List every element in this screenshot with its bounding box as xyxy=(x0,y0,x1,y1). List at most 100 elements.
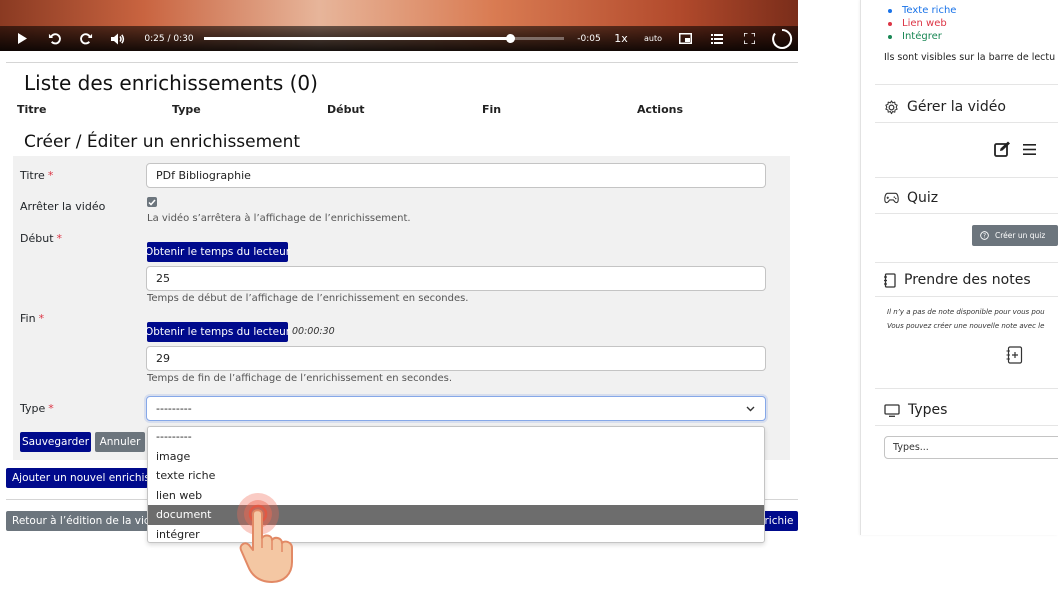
debut-input-value: 25 xyxy=(156,272,170,285)
divider xyxy=(875,425,1058,426)
pointer-hand-icon xyxy=(237,493,293,583)
stop-video-help: La vidéo s’arrêtera à l’affichage de l’e… xyxy=(147,213,411,224)
manage-video-title: Gérer la vidéo xyxy=(907,99,1006,115)
back-to-video-edit-button[interactable]: Retour à l’édition de la vidéo xyxy=(6,511,148,531)
progress-fill xyxy=(204,37,510,40)
list-icon xyxy=(711,33,723,44)
fin-help: Temps de fin de l’affichage de l’enrichi… xyxy=(147,373,453,384)
divider xyxy=(875,84,1058,85)
fullscreen-icon xyxy=(743,33,755,44)
menu-icon[interactable] xyxy=(1023,144,1036,155)
type-select-value: --------- xyxy=(156,402,192,415)
required-mark: * xyxy=(56,232,63,245)
quality-button[interactable]: auto xyxy=(640,26,666,51)
save-button[interactable]: Sauvegarder xyxy=(20,432,91,452)
titre-label: Titre * xyxy=(20,169,53,182)
type-legend-label: Texte riche xyxy=(902,5,957,16)
play-icon xyxy=(18,33,27,44)
divider xyxy=(875,388,1058,389)
types-select-placeholder: Types... xyxy=(893,442,929,453)
svg-text:?: ? xyxy=(983,234,986,240)
divider xyxy=(875,213,1058,214)
column-header-type: Type xyxy=(172,103,201,116)
form-title: Créer / Éditer un enrichissement xyxy=(24,132,301,152)
gamepad-icon xyxy=(884,192,899,204)
type-option-image[interactable]: image xyxy=(148,447,764,467)
cancel-button[interactable]: Annuler xyxy=(95,432,145,452)
quiz-heading: Quiz xyxy=(884,190,938,206)
rewind-icon xyxy=(48,33,61,45)
debut-label-text: Début xyxy=(20,232,54,245)
video-control-bar: 0:25 / 0:30 -0:05 1x auto xyxy=(0,26,798,51)
current-time: 0:25 xyxy=(144,33,165,44)
volume-button[interactable] xyxy=(108,26,128,51)
type-option-empty[interactable]: --------- xyxy=(148,427,764,447)
type-legend-lien-web: Lien web xyxy=(888,18,947,29)
divider xyxy=(875,122,1058,123)
column-header-debut: Début xyxy=(327,103,365,116)
type-legend-integrer: Intégrer xyxy=(888,31,942,42)
type-legend-texte-riche: Texte riche xyxy=(888,5,956,16)
required-mark: * xyxy=(38,312,45,325)
add-enrichment-button[interactable]: Ajouter un nouvel enrichisse xyxy=(6,468,148,488)
type-legend-label: Intégrer xyxy=(902,31,942,42)
checkmark-icon xyxy=(148,199,156,206)
column-header-actions: Actions xyxy=(637,103,683,116)
column-header-fin: Fin xyxy=(482,103,502,116)
type-legend-label: Lien web xyxy=(902,18,947,29)
forward-icon xyxy=(79,33,92,45)
type-label: Type * xyxy=(20,402,54,415)
progress-bar[interactable] xyxy=(204,34,564,43)
add-note-icon[interactable] xyxy=(1006,346,1023,364)
forward-button[interactable] xyxy=(76,26,96,51)
types-select[interactable]: Types... xyxy=(884,436,1058,459)
titre-label-text: Titre xyxy=(20,169,45,182)
titre-input[interactable]: PDf Bibliographie xyxy=(146,163,766,188)
quiz-title: Quiz xyxy=(907,190,939,206)
question-circle-icon: ? xyxy=(980,231,989,240)
fin-label: Fin * xyxy=(20,312,44,325)
spinner-icon xyxy=(772,28,793,49)
bullet-dot xyxy=(888,34,892,39)
divider xyxy=(875,177,1058,178)
notes-empty-text: Il n’y a pas de note disponible pour vou… xyxy=(887,308,1045,316)
pip-button[interactable] xyxy=(676,26,694,51)
divider xyxy=(875,296,1058,297)
bullet-dot xyxy=(888,21,892,26)
end-time-display: 00:00:30 xyxy=(292,326,335,337)
chapters-button[interactable] xyxy=(708,26,726,51)
divider xyxy=(875,262,1058,263)
type-select[interactable]: --------- xyxy=(146,396,766,421)
debut-help: Temps de début de l’affichage de l’enric… xyxy=(147,293,469,304)
visible-note: Ils sont visibles sur la barre de lectu xyxy=(884,52,1056,63)
type-option-texte-riche[interactable]: texte riche xyxy=(148,466,764,486)
enrichment-view-button[interactable]: richie xyxy=(760,511,798,531)
remaining-time: -0:05 xyxy=(577,33,601,44)
play-button[interactable] xyxy=(12,26,32,51)
monitor-icon xyxy=(884,403,900,417)
progress-thumb[interactable] xyxy=(505,34,515,43)
column-header-titre: Titre xyxy=(17,103,47,116)
rewind-button[interactable] xyxy=(44,26,64,51)
edit-icon[interactable] xyxy=(994,141,1011,158)
stop-video-label: Arrêter la vidéo xyxy=(20,200,106,213)
speed-button[interactable]: 1x xyxy=(610,26,632,51)
time-separator: / xyxy=(167,33,171,44)
notes-create-hint: Vous pouvez créer une nouvelle note avec… xyxy=(887,322,1045,330)
notebook-icon xyxy=(884,272,896,288)
debut-label: Début * xyxy=(20,232,62,245)
get-end-time-button[interactable]: Obtenir le temps du lecteur xyxy=(145,322,290,342)
notes-title: Prendre des notes xyxy=(904,272,1031,288)
duration: 0:30 xyxy=(173,33,194,44)
get-start-time-button[interactable]: Obtenir le temps du lecteur xyxy=(145,242,290,262)
debut-input[interactable]: 25 xyxy=(146,266,766,291)
create-quiz-button[interactable]: ? Créer un quiz xyxy=(972,225,1058,246)
enrichment-list-title: Liste des enrichissements (0) xyxy=(24,71,318,95)
types-title: Types xyxy=(908,402,948,418)
fin-input[interactable]: 29 xyxy=(146,346,766,371)
type-list-cut-item xyxy=(888,0,894,1)
bullet-dot xyxy=(888,8,892,13)
stop-video-checkbox[interactable] xyxy=(147,197,157,207)
fullscreen-button[interactable] xyxy=(740,26,758,51)
time-display: 0:25 / 0:30 xyxy=(140,26,198,51)
